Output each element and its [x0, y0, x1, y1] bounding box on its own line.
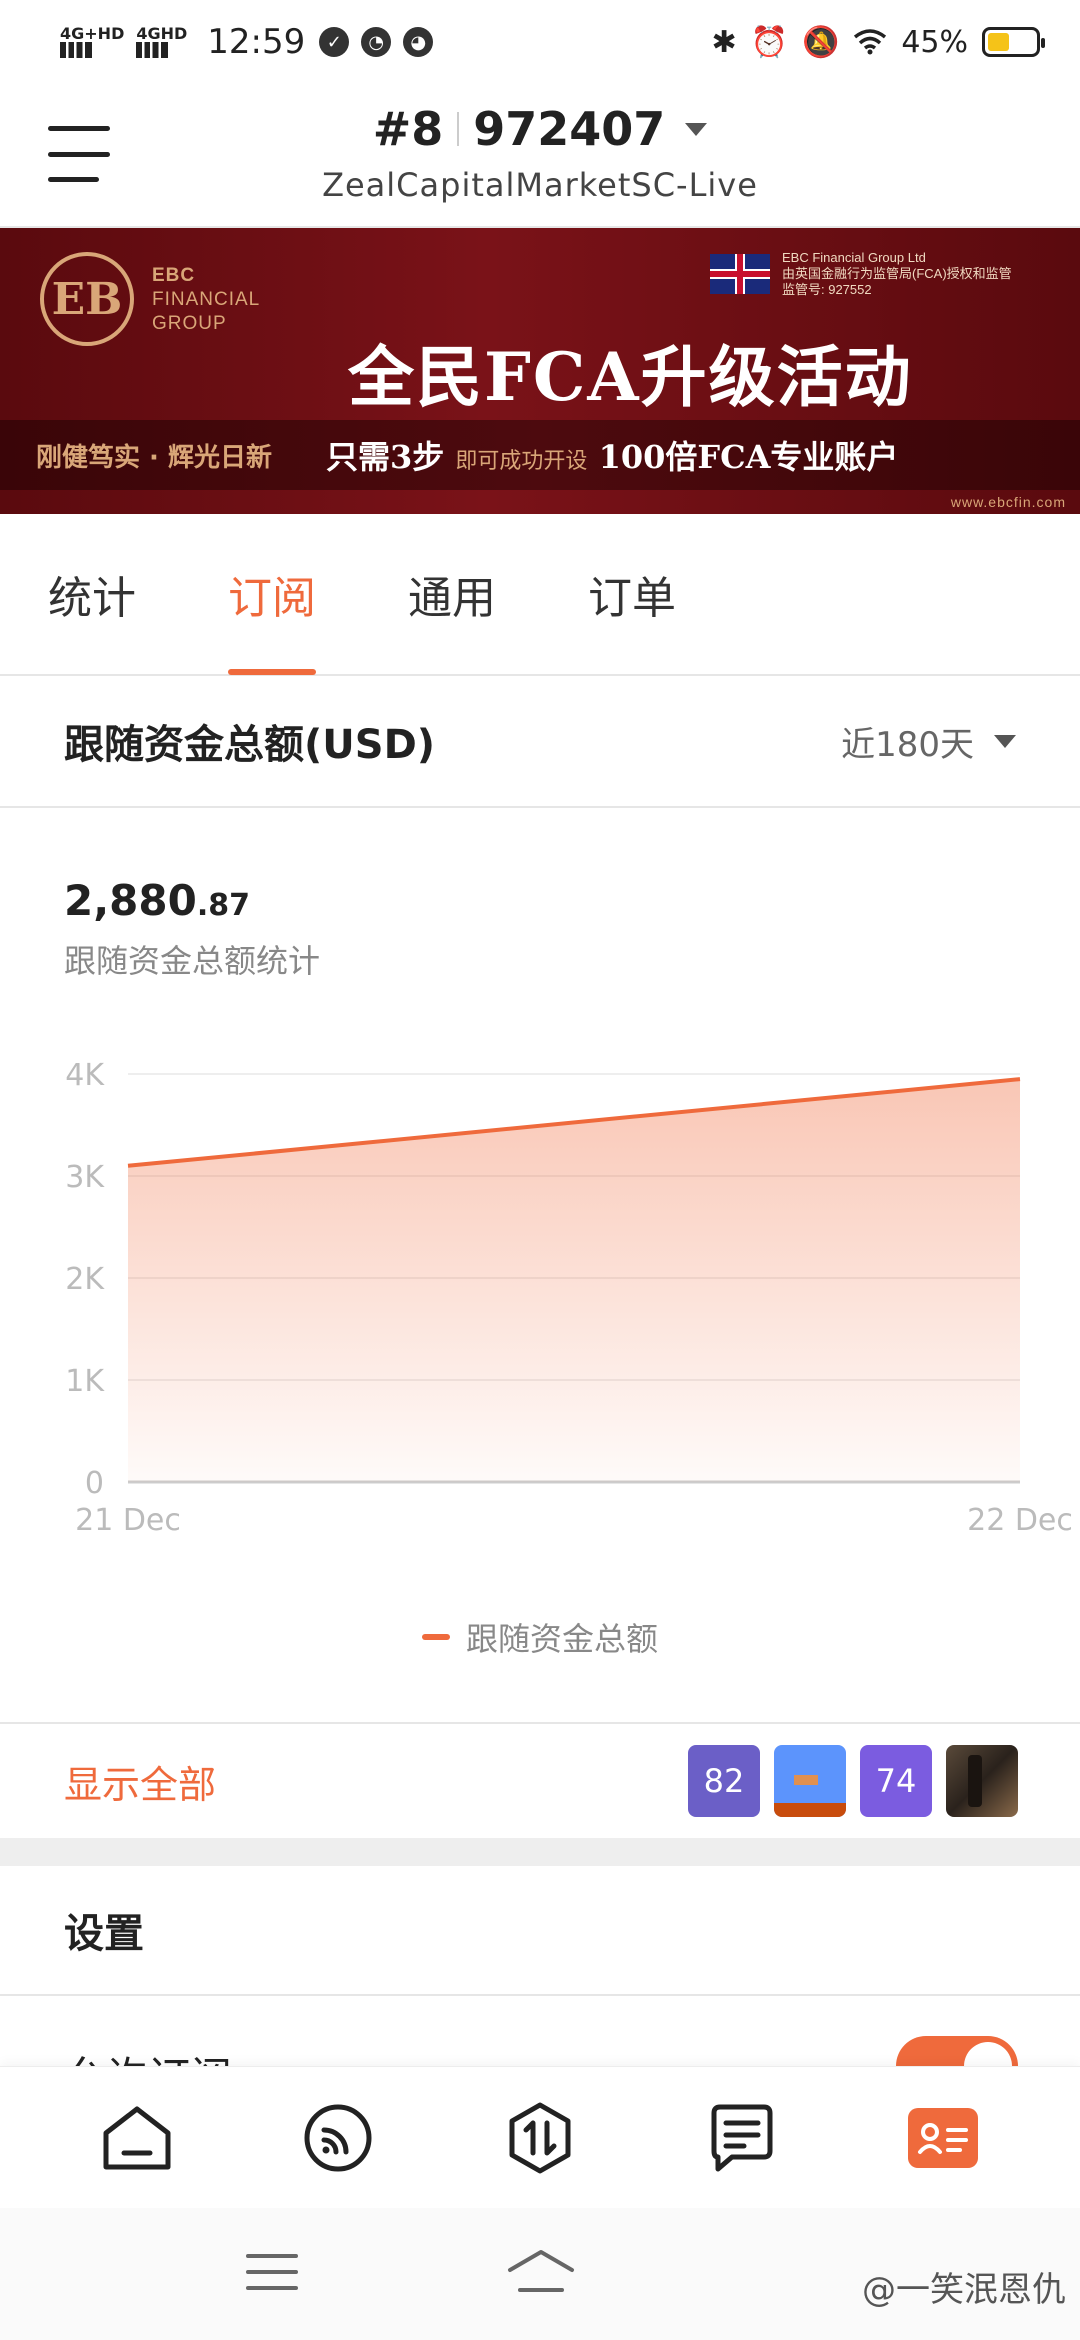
bottom-nav [0, 2066, 1080, 2208]
status-bar: 4G+HD 4GHD 12:59 ✓ ◔ ◕ ✱ ⏰ 🔕 45% [0, 0, 1080, 84]
tab-general[interactable]: 通用 [408, 513, 496, 675]
avatar[interactable]: 74 [860, 1745, 932, 1817]
tab-statistics[interactable]: 统计 [48, 513, 136, 675]
tab-bar: 统计 订阅 通用 订单 [0, 514, 1080, 676]
nav-trade[interactable] [500, 2098, 580, 2178]
battery-percent: 45% [901, 24, 968, 60]
x-tick-label: 21 Dec [75, 1503, 181, 1538]
network-indicator-2: 4GHD [136, 26, 187, 58]
fca-info: EBC Financial Group Ltd 由英国金融行为监管局(FCA)授… [782, 250, 1012, 297]
chart-legend: 跟随资金总额 [0, 1614, 1080, 1660]
promo-banner[interactable]: EB EBC FINANCIAL GROUP EBC Financial Gro… [0, 228, 1080, 514]
ebc-logo-icon: EB [40, 252, 134, 346]
subscribers-row: 显示全部 82 74 [0, 1722, 1080, 1838]
settings-title: 设置 [0, 1866, 1080, 1996]
network-2-label: 4GHD [136, 24, 188, 43]
chevron-down-icon [685, 122, 708, 136]
account-prefix: #8 [372, 102, 444, 156]
nav-signals[interactable] [298, 2098, 378, 2178]
y-tick-label: 3K [65, 1160, 105, 1195]
tab-orders[interactable]: 订单 [588, 513, 676, 675]
notification-icon: ◔ [361, 27, 392, 57]
period-label: 近180天 [841, 724, 974, 765]
alarm-icon: ⏰ [750, 24, 788, 60]
notification-icon: ◕ [403, 27, 434, 57]
banner-slogan: 刚健笃实 · 辉光日新 [36, 442, 272, 473]
network-indicator-1: 4G+HD [60, 26, 124, 58]
app-header: #8 972407 ZealCapitalMarketSC-Live [0, 84, 1080, 228]
home-icon [103, 2106, 171, 2169]
divider [457, 112, 460, 146]
status-right: ✱ ⏰ 🔕 45% [711, 24, 1045, 60]
y-tick-label: 2K [65, 1262, 105, 1297]
y-tick-label: 0 [85, 1466, 104, 1501]
allow-subscribe-label: 允许订阅 [64, 2044, 232, 2066]
section-header: 跟随资金总额(USD) 近180天 [0, 676, 1080, 808]
recent-apps-icon[interactable] [246, 2252, 298, 2292]
account-switcher[interactable]: #8 972407 ZealCapitalMarketSC-Live [0, 102, 1080, 204]
banner-headline: 全民FCA升级活动 [348, 338, 913, 416]
wifi-icon [854, 29, 887, 55]
clock: 12:59 [207, 22, 306, 62]
legend-swatch [421, 1634, 450, 1640]
tab-subscriptions[interactable]: 订阅 [228, 513, 316, 675]
series-area [128, 1079, 1020, 1482]
profile-icon [908, 2107, 979, 2168]
banner-strip: 刚健笃实 · 辉光日新 只需3步 即可成功开设 100倍FCA专业账户 [0, 420, 1080, 490]
chevron-down-icon [994, 734, 1016, 748]
system-nav-bar: @一笑泯恩仇 [0, 2208, 1080, 2340]
x-tick-label: 22 Dec [967, 1503, 1073, 1538]
section-divider [0, 1838, 1080, 1866]
orders-icon [711, 2104, 773, 2171]
ebc-logo-text: EBC FINANCIAL GROUP [152, 265, 261, 334]
y-tick-label: 1K [65, 1364, 105, 1399]
account-number: 972407 [473, 102, 666, 156]
notification-icon: ✓ [319, 27, 350, 57]
banner-site: www.ebcfin.com [950, 494, 1066, 510]
y-tick-label: 4K [65, 1058, 105, 1093]
signal-bars-icon [136, 42, 169, 58]
bluetooth-icon: ✱ [711, 24, 737, 60]
trade-icon [509, 2102, 571, 2173]
nav-orders[interactable] [702, 2098, 782, 2178]
show-all-link[interactable]: 显示全部 [64, 1754, 216, 1809]
period-dropdown[interactable]: 近180天 [841, 717, 1016, 766]
allow-subscribe-toggle[interactable] [896, 2036, 1018, 2066]
area-chart: 0 1K 2K 3K 4K 21 Dec 22 Dec [65, 1058, 1073, 1538]
mute-icon: 🔕 [801, 24, 840, 60]
section-title: 跟随资金总额(USD) [64, 722, 436, 768]
watermark: @一笑泯恩仇 [862, 2270, 1066, 2310]
battery-icon [982, 27, 1045, 57]
uk-flag-icon [710, 254, 770, 294]
banner-steps: 只需3步 即可成功开设 100倍FCA专业账户 [326, 438, 899, 476]
nav-home[interactable] [97, 2098, 177, 2178]
chart-card: 2,880.87 跟随资金总额统计 0 1K 2K 3K 4K 21 Dec 22 Dec … [0, 808, 1080, 1722]
avatar[interactable]: 82 [688, 1745, 760, 1817]
legend-label: 跟随资金总额 [465, 1620, 658, 1658]
allow-subscribe-row: 允许订阅 [0, 1996, 1080, 2066]
subscriber-avatars[interactable]: 82 74 [688, 1745, 1018, 1817]
network-1-label: 4G+HD [60, 24, 125, 43]
avatar[interactable] [774, 1745, 846, 1817]
home-button-icon[interactable] [506, 2248, 576, 2294]
server-name: ZealCapitalMarketSC-Live [322, 166, 758, 204]
avatar[interactable] [946, 1745, 1018, 1817]
nav-profile[interactable] [903, 2098, 983, 2178]
signal-bars-icon [60, 42, 92, 58]
signal-icon [304, 2104, 372, 2171]
